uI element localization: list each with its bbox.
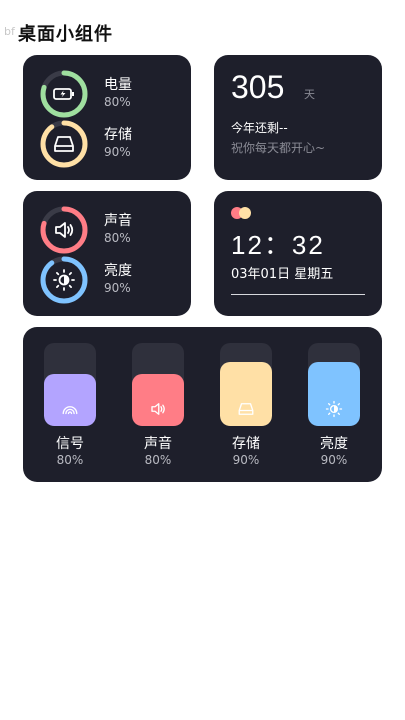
battery-charging-icon	[53, 88, 74, 100]
storage-drive-icon	[238, 403, 254, 415]
volume-value: 80%	[104, 231, 131, 245]
storage-slider-track[interactable]	[220, 343, 272, 426]
page-title: 桌面小组件	[18, 24, 113, 45]
storage-slider[interactable]: 存储 90%	[220, 343, 272, 473]
brightness-slider[interactable]: 亮度 90%	[308, 343, 360, 473]
brightness-value: 90%	[104, 281, 131, 295]
storage-slider-value: 90%	[232, 453, 260, 467]
volume-slider[interactable]: 声音 80%	[132, 343, 184, 473]
background-ghost-text: bf	[4, 25, 15, 38]
volume-icon	[55, 222, 74, 238]
storage-slider-fill	[220, 362, 272, 426]
battery-ring	[39, 69, 89, 119]
volume-ring	[39, 205, 89, 255]
clock-divider	[231, 294, 365, 295]
volume-slider-value: 80%	[144, 453, 172, 467]
brightness-icon	[325, 400, 343, 418]
countdown-wish: 祝你每天都开心~	[231, 141, 326, 155]
storage-slider-label: 存储	[232, 436, 260, 452]
storage-label: 存储	[104, 127, 132, 143]
signal-slider-fill	[44, 374, 96, 426]
countdown-widget[interactable]: 305 天 今年还剩-- 祝你每天都开心~	[214, 55, 382, 180]
volume-slider-label: 声音	[144, 436, 172, 452]
brightness-slider-track[interactable]	[308, 343, 360, 426]
clock-time: 12：32	[231, 230, 325, 260]
media-widget[interactable]: 声音 80% 亮度 90%	[23, 191, 191, 316]
clock-widget[interactable]: 12：32 03年01日 星期五	[214, 191, 382, 316]
volume-slider-track[interactable]	[132, 343, 184, 426]
brightness-label: 亮度	[104, 263, 132, 279]
signal-icon	[62, 406, 78, 415]
signal-slider-track[interactable]	[44, 343, 96, 426]
brightness-ring	[39, 255, 89, 305]
storage-value: 90%	[104, 145, 131, 159]
days-remaining-number: 305	[231, 69, 285, 105]
volume-ring-row: 声音 80%	[39, 205, 179, 255]
brightness-slider-fill	[308, 362, 360, 426]
brightness-slider-label: 亮度	[320, 436, 348, 452]
signal-slider[interactable]: 信号 80%	[44, 343, 96, 473]
battery-ring-row: 电量 80%	[39, 69, 179, 119]
storage-ring	[39, 119, 89, 169]
status-widget[interactable]: 电量 80% 存储 90%	[23, 55, 191, 180]
decorative-dots	[231, 207, 255, 219]
dot-yellow	[239, 207, 251, 219]
brightness-icon	[53, 269, 75, 291]
battery-value: 80%	[104, 95, 131, 109]
slider-widget: 信号 80% 声音 80% 存储 90% 亮度 90%	[23, 327, 382, 482]
volume-label: 声音	[104, 213, 132, 229]
clock-date: 03年01日 星期五	[231, 267, 334, 282]
signal-value: 80%	[56, 453, 84, 467]
battery-label: 电量	[104, 77, 132, 93]
signal-label: 信号	[56, 436, 84, 452]
volume-slider-fill	[132, 374, 184, 426]
storage-drive-icon	[54, 136, 74, 152]
brightness-slider-value: 90%	[320, 453, 348, 467]
storage-ring-row: 存储 90%	[39, 119, 179, 169]
brightness-ring-row: 亮度 90%	[39, 255, 179, 305]
volume-icon	[151, 403, 165, 415]
countdown-caption: 今年还剩--	[231, 121, 288, 135]
days-unit: 天	[304, 88, 315, 101]
